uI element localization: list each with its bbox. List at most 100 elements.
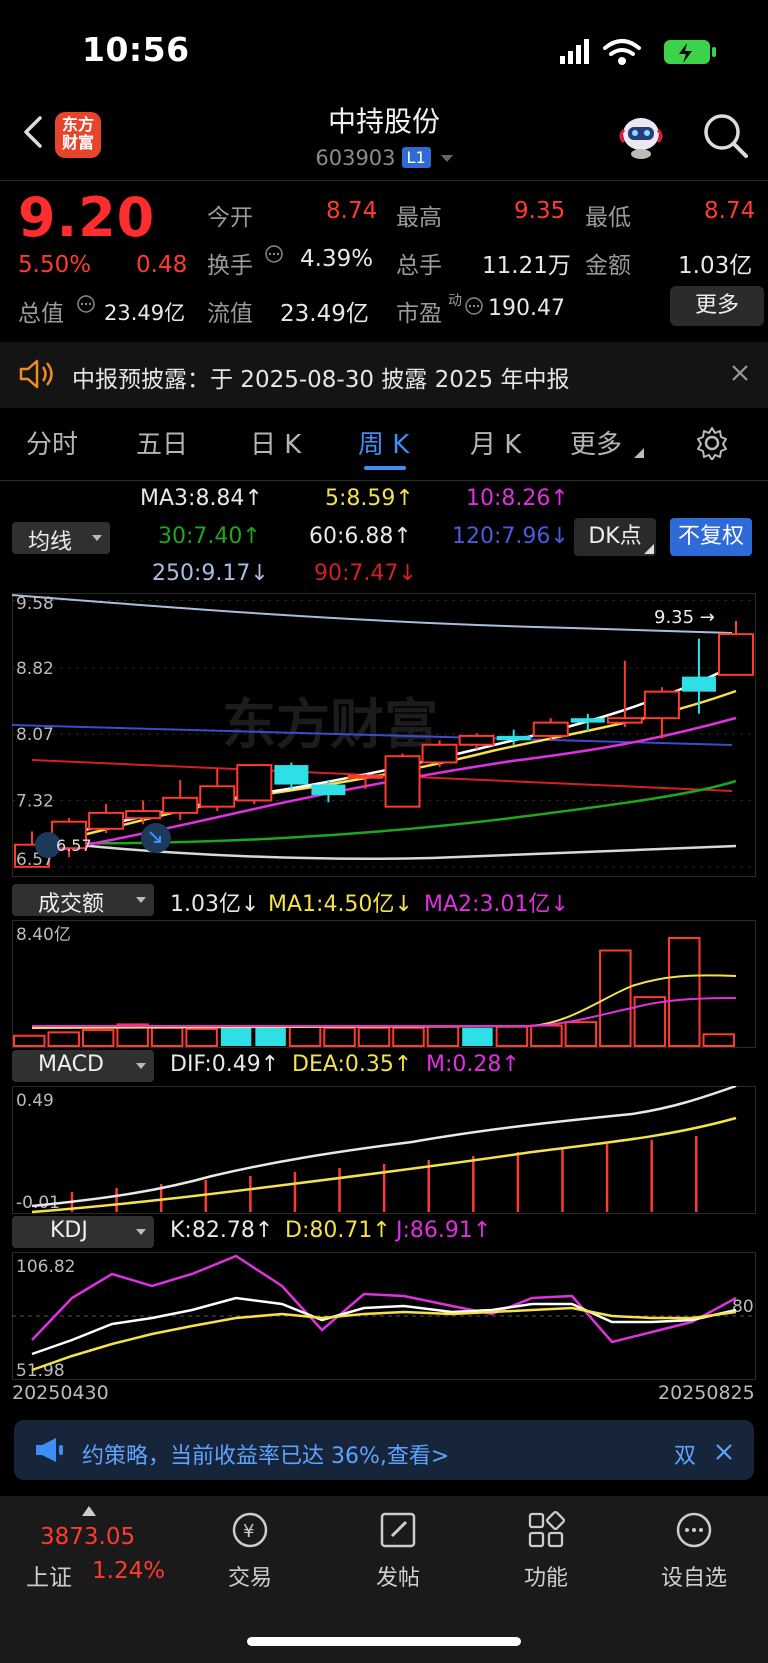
dif-legend: DIF:0.49↑	[170, 1052, 279, 1077]
gear-icon[interactable]	[695, 426, 729, 460]
trade-icon: ¥	[232, 1512, 268, 1548]
m-legend: M:0.28↑	[426, 1052, 520, 1077]
nav-post[interactable]: 发帖	[338, 1510, 458, 1592]
active-tab-indicator	[364, 466, 406, 470]
volume-ma2-dir: ↓	[550, 892, 569, 917]
candle-body[interactable]	[718, 633, 754, 676]
kdj-label: KDJ	[50, 1218, 88, 1243]
volume-bar	[530, 1024, 563, 1047]
candle-body[interactable]	[570, 718, 605, 723]
kdj-dropdown[interactable]: KDJ	[12, 1216, 154, 1248]
d-dir: ↑	[372, 1218, 391, 1243]
volume-bar	[185, 1027, 218, 1047]
candle-body[interactable]	[347, 774, 384, 779]
index-value[interactable]: 3873.05	[40, 1524, 135, 1550]
grid-icon	[528, 1510, 566, 1548]
candle-body[interactable]	[384, 755, 421, 808]
more-dots-icon	[676, 1512, 712, 1548]
k-line	[31, 1296, 737, 1356]
pe-value: 190.47	[488, 296, 565, 321]
ma60-dir: ↑	[393, 524, 412, 549]
ma-type-dropdown[interactable]: 均线	[12, 522, 110, 555]
candle-body[interactable]	[274, 765, 309, 785]
volume-indicator-dropdown[interactable]: 成交额	[12, 884, 154, 917]
info-icon[interactable]	[264, 244, 284, 264]
candle-body[interactable]	[421, 743, 458, 764]
candle-body[interactable]	[311, 784, 346, 796]
tabs-divider	[0, 480, 768, 481]
volume-chart[interactable]: 8.40亿	[12, 920, 756, 1048]
ma120-legend: 120:7.96↓	[452, 524, 569, 549]
robot-assistant-icon[interactable]	[616, 112, 666, 160]
battery-icon	[664, 40, 716, 64]
nav-add-watch[interactable]: 设自选	[634, 1510, 754, 1592]
volume-bar	[426, 1025, 460, 1047]
macd-chart[interactable]: 0.49 -0.01	[12, 1086, 756, 1214]
info-icon[interactable]	[464, 296, 484, 316]
edit-icon	[380, 1512, 416, 1548]
volume-bar	[323, 1026, 356, 1047]
up-triangle-icon	[82, 1506, 96, 1516]
volume-legend: 1.03亿↓	[170, 886, 259, 918]
collapse-indicator-icon[interactable]	[141, 823, 171, 853]
tab-more[interactable]: 更多	[570, 424, 622, 461]
nav-function[interactable]: 功能	[486, 1510, 606, 1592]
d-line	[31, 1306, 737, 1372]
m-dir: ↑	[501, 1052, 520, 1077]
search-icon[interactable]	[700, 110, 750, 160]
ma10-legend: 10:8.26↑	[466, 486, 569, 511]
price-tick-label: 7.32	[16, 791, 54, 811]
volume-top-tick: 8.40亿	[16, 925, 71, 945]
candle-body[interactable]	[532, 721, 569, 737]
volume-value: 11.21万	[482, 253, 571, 279]
macd-dropdown[interactable]: MACD	[12, 1050, 154, 1082]
info-icon[interactable]	[76, 294, 96, 314]
home-indicator	[247, 1637, 521, 1646]
candle-body[interactable]	[236, 764, 273, 802]
ma30-value: 30:7.40	[158, 524, 243, 549]
ma90-legend: 90:7.47↓	[314, 561, 417, 586]
tab-five-day[interactable]: 五日	[136, 424, 188, 461]
dea-dir: ↑	[393, 1052, 413, 1077]
tab-daily-k[interactable]: 日 K	[250, 424, 301, 461]
float-cap-label: 流值	[207, 301, 253, 327]
candle-body[interactable]	[606, 717, 643, 724]
price-tick-label: 9.58	[16, 594, 54, 614]
volume-bar	[357, 1026, 391, 1047]
k-value: K:82.78	[170, 1218, 255, 1243]
volume-bar	[150, 1026, 184, 1047]
candle-body[interactable]	[162, 796, 199, 814]
status-time: 10:56	[82, 30, 190, 69]
candle-body[interactable]	[681, 676, 716, 692]
candle-body[interactable]	[643, 690, 680, 720]
close-icon[interactable]	[730, 363, 750, 383]
index-name[interactable]: 上证	[26, 1558, 72, 1592]
nav-trade[interactable]: ¥ 交易	[190, 1510, 310, 1592]
adjust-mode-button[interactable]: 不复权	[670, 518, 752, 556]
kdj-chart[interactable]: 106.82 51.98 80	[12, 1252, 756, 1380]
tab-weekly-k[interactable]: 周 K	[358, 424, 409, 461]
candle-body[interactable]	[496, 735, 531, 741]
m-value: M:0.28	[426, 1052, 502, 1077]
candle-body[interactable]	[199, 785, 236, 808]
notice-text: 中报预披露：于 2025-08-30 披露 2025 年中报	[72, 367, 570, 393]
candle-body[interactable]	[125, 810, 162, 820]
min-price-marker: 6.57	[35, 832, 92, 858]
candle-body[interactable]	[458, 734, 495, 746]
tab-intraday[interactable]: 分时	[26, 424, 78, 461]
volume-bar	[392, 1026, 425, 1047]
nav-trade-label: 交易	[227, 1566, 272, 1591]
candlestick-chart[interactable]: 东方财富 9.588.828.077.326.57 9.35 → 6.57	[12, 593, 756, 877]
float-cap-value: 23.49亿	[280, 301, 369, 327]
macd-top-tick: 0.49	[16, 1091, 54, 1111]
more-button[interactable]: 更多	[670, 286, 764, 326]
tab-monthly-k[interactable]: 月 K	[470, 424, 521, 461]
close-icon[interactable]	[714, 1442, 734, 1462]
pe-superscript: 动	[448, 293, 462, 309]
svg-text:¥: ¥	[243, 1521, 254, 1542]
change-amount: 0.48	[136, 252, 188, 278]
high-value: 9.35	[514, 198, 566, 224]
volume-bar	[288, 1025, 322, 1047]
candle-body[interactable]	[88, 811, 125, 830]
chevron-down-icon	[440, 155, 453, 162]
